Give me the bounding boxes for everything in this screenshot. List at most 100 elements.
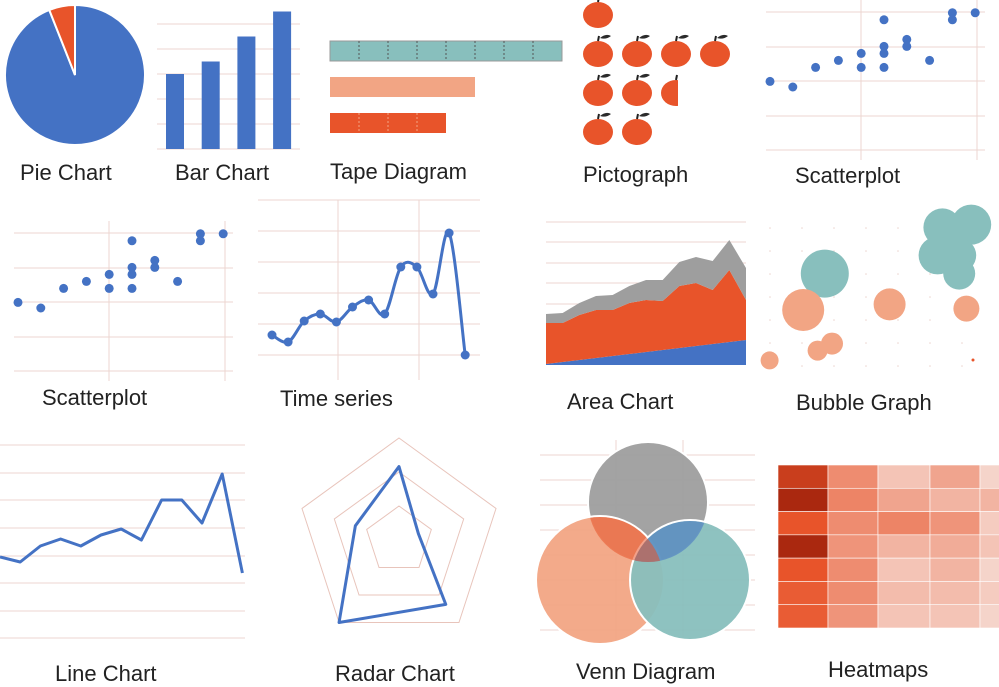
scatter-point	[127, 283, 137, 293]
grid-dot	[897, 273, 899, 275]
grid-dot	[833, 227, 835, 229]
heatmap-cell	[929, 557, 981, 582]
scatter-point	[879, 15, 889, 25]
apple-leaf	[639, 112, 650, 117]
bubble	[943, 257, 976, 290]
apple-body	[583, 119, 613, 145]
bubble	[971, 358, 975, 362]
scatter-point	[879, 48, 889, 58]
scatter-point	[173, 276, 183, 286]
time-series-point	[380, 309, 390, 319]
heatmap-cell	[979, 464, 999, 489]
grid-dot	[897, 250, 899, 252]
bubble	[760, 351, 779, 370]
scatterplot-label-2: Scatterplot	[42, 385, 147, 410]
bubble	[821, 332, 843, 355]
grid-dot	[929, 296, 931, 298]
apple-leaf	[600, 73, 611, 78]
grid-dot	[833, 365, 835, 367]
scatter-point	[765, 76, 775, 86]
time-series-point	[364, 295, 374, 305]
grid-dot	[769, 296, 771, 298]
time-series-point	[299, 316, 309, 326]
time-series-label: Time series	[280, 386, 393, 411]
time-series-point	[396, 262, 406, 272]
grid-dot	[929, 273, 931, 275]
apple-icon	[622, 112, 652, 145]
apple-leaf	[678, 74, 689, 78]
apple-stem	[597, 74, 600, 81]
apple-leaf	[600, 34, 611, 39]
apple-body	[661, 41, 691, 67]
heatmap-cell	[929, 464, 981, 489]
scatter-point	[81, 276, 91, 286]
grid-dot	[961, 365, 963, 367]
apple-stem	[636, 35, 639, 42]
scatter-point	[811, 62, 821, 72]
time-series-point	[331, 317, 341, 327]
heatmap-cell	[929, 581, 981, 606]
scatter-point	[970, 8, 980, 18]
bubble	[873, 288, 906, 321]
scatter-point	[195, 236, 205, 246]
scatter-point	[879, 62, 889, 72]
grid-dot	[769, 319, 771, 321]
grid-dot	[769, 250, 771, 252]
apple-stem	[675, 74, 678, 81]
grid-dot	[801, 365, 803, 367]
heatmap-cell	[877, 464, 931, 489]
apple-stem	[636, 113, 639, 120]
heatmap-cell	[827, 557, 879, 582]
heatmap-cell	[827, 511, 879, 536]
grid-dot	[865, 227, 867, 229]
apple-leaf	[600, 112, 611, 117]
apple-body	[661, 80, 678, 106]
scatter-point	[59, 283, 69, 293]
apple-leaf	[639, 34, 650, 39]
apple-stem	[675, 35, 678, 42]
radar-series	[337, 465, 448, 625]
apple-icon	[583, 34, 613, 67]
apple-stem	[714, 35, 717, 42]
scatter-point	[947, 15, 957, 25]
grid-dot	[929, 342, 931, 344]
heatmaps-label: Heatmaps	[828, 657, 928, 682]
scatter-point	[833, 55, 843, 65]
heatmap-cell	[979, 534, 999, 559]
apple-leaf	[678, 34, 689, 39]
grid-dot	[769, 227, 771, 229]
apple-icon	[700, 34, 730, 67]
grid-dot	[865, 250, 867, 252]
bubble-graph-label: Bubble Graph	[796, 390, 932, 415]
heatmap-cell	[777, 604, 829, 629]
time-series-point	[283, 337, 293, 347]
grid-dot	[961, 342, 963, 344]
time-series-point	[348, 302, 357, 312]
grid-dot	[897, 319, 899, 321]
apple-icon	[583, 112, 613, 145]
heatmap-cell	[979, 487, 999, 512]
scatter-point	[104, 283, 114, 293]
apple-icon	[583, 73, 613, 106]
heatmap-cell	[877, 557, 931, 582]
grid-dot	[769, 273, 771, 275]
scatter-point	[150, 262, 160, 272]
chart-types-collage: Pie Chart Bar Chart Tape Diagram Pictogr…	[0, 0, 999, 686]
scatter-point	[856, 48, 866, 58]
grid-dot	[865, 273, 867, 275]
heatmap-cell	[929, 534, 981, 559]
bar-chart-label: Bar Chart	[175, 160, 269, 185]
heatmap-cell	[827, 581, 879, 606]
heatmap-cell	[877, 534, 931, 559]
heatmap-cell	[979, 581, 999, 606]
apple-stem	[597, 113, 600, 120]
heatmap-cell	[827, 487, 879, 512]
grid-dot	[833, 296, 835, 298]
scatter-point	[127, 269, 137, 279]
heatmap-cell	[827, 534, 879, 559]
grid-dot	[865, 296, 867, 298]
apple-icon	[622, 34, 652, 67]
heatmap-cell	[877, 604, 931, 629]
time-series-point	[267, 330, 277, 340]
scatter-point	[788, 82, 798, 92]
